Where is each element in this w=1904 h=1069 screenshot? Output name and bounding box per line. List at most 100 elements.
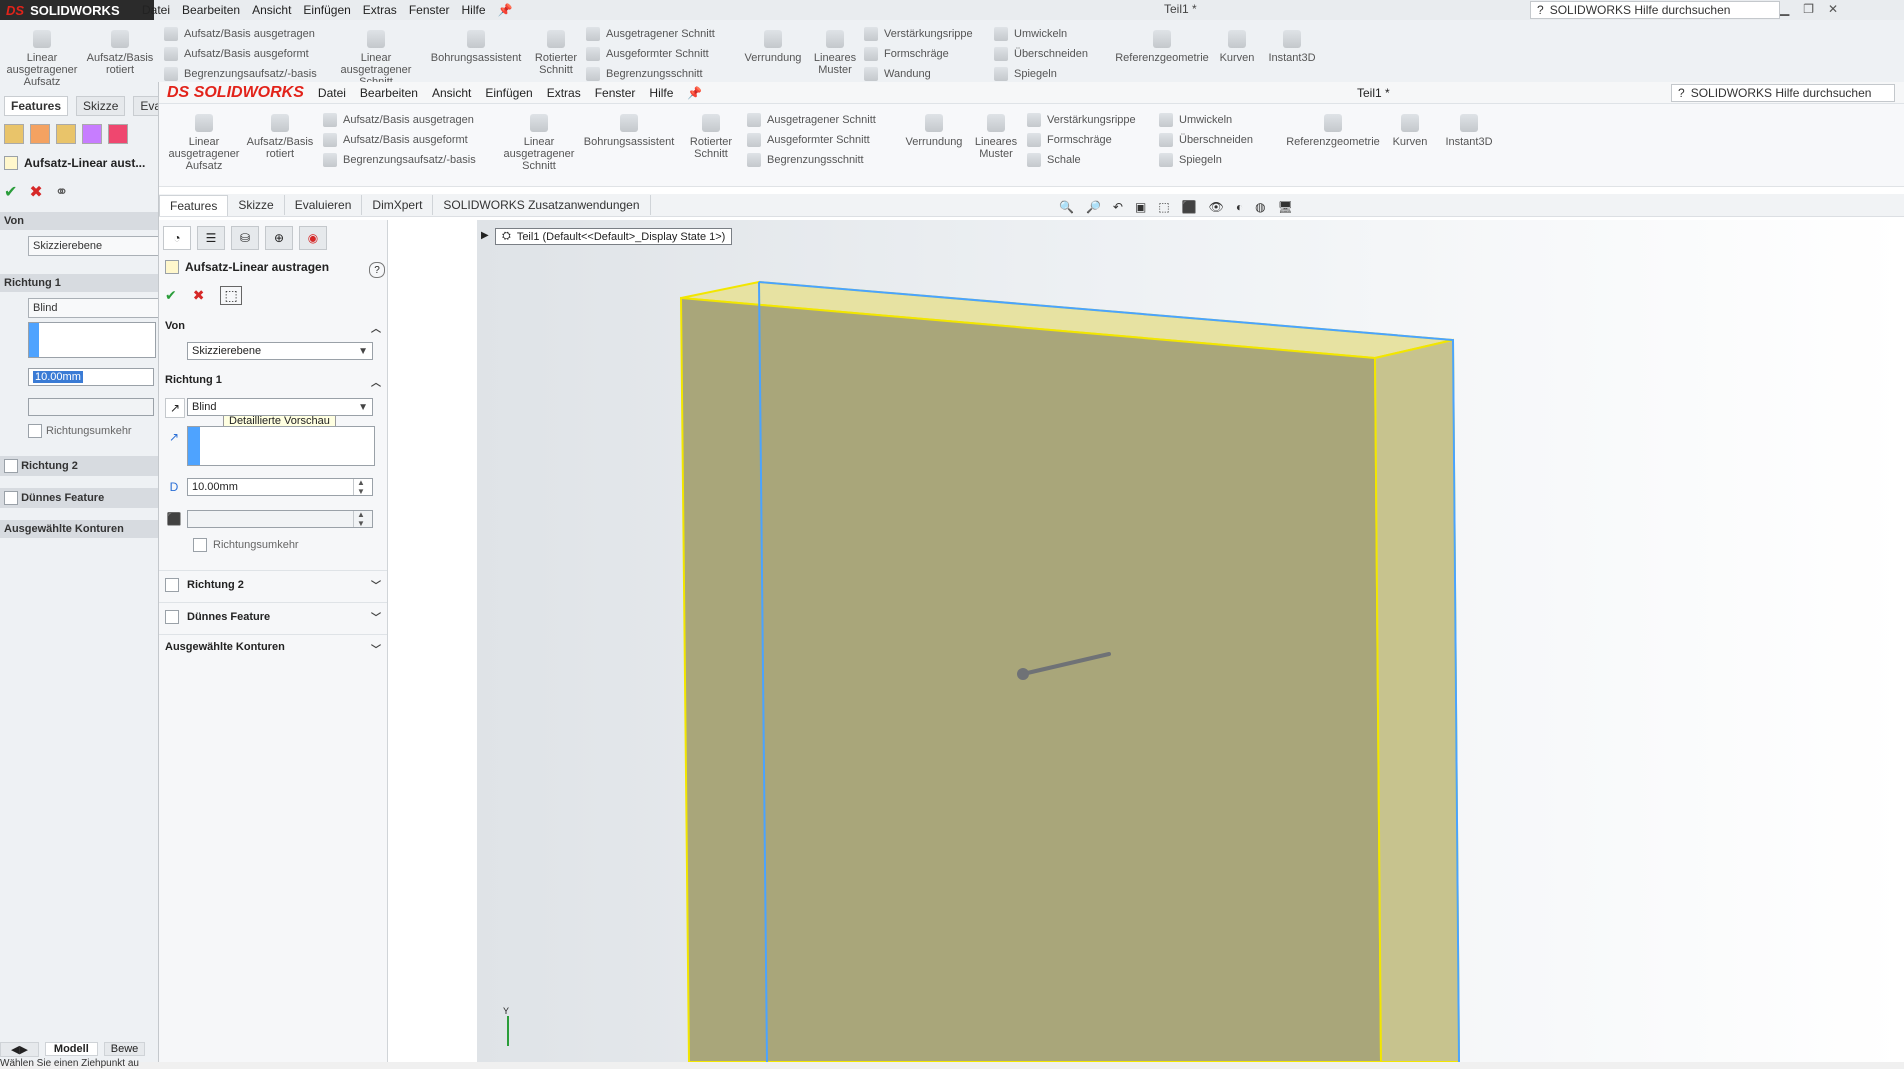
- bg-cmd-refgeo[interactable]: Referenzgeometrie: [1112, 30, 1212, 64]
- cmd-extrude-cut[interactable]: Linear ausgetragener Schnitt: [503, 114, 575, 172]
- bg-cmd-fillet[interactable]: Verrundung: [740, 30, 806, 64]
- bg-small-3-2[interactable]: Formschräge: [864, 44, 994, 64]
- small-2-2[interactable]: Ausgeformter Schnitt: [747, 130, 897, 150]
- cmd-curves[interactable]: Kurven: [1387, 114, 1433, 148]
- bg-small-1-2[interactable]: Aufsatz/Basis ausgeformt: [164, 44, 334, 64]
- detailed-preview-icon[interactable]: ⬚: [220, 286, 242, 305]
- configmanager-icon[interactable]: [56, 124, 76, 144]
- appearance-icon[interactable]: ◐: [1236, 200, 1243, 214]
- display-manager-icon[interactable]: [108, 124, 128, 144]
- bg-pm-richtung2[interactable]: Richtung 2: [0, 456, 158, 476]
- depth-spinner[interactable]: ▲ ▼: [353, 478, 368, 496]
- pin-icon[interactable]: 📌: [498, 3, 513, 17]
- cmd-reference-geometry[interactable]: Referenzgeometrie: [1283, 114, 1383, 148]
- small-3-3[interactable]: Schale: [1027, 150, 1157, 170]
- section-view-icon[interactable]: ▣: [1135, 200, 1146, 214]
- bg-cmd-linear[interactable]: Linear ausgetragener Aufsatz: [6, 30, 78, 88]
- pm-end-condition-select[interactable]: Blind ▼: [187, 398, 373, 416]
- small-1-1[interactable]: Aufsatz/Basis ausgetragen: [323, 110, 493, 130]
- small-4-2[interactable]: Überschneiden: [1159, 130, 1269, 150]
- bg-small-4-2[interactable]: Überschneiden: [994, 44, 1104, 64]
- menu-einfuegen[interactable]: Einfügen: [485, 86, 532, 100]
- cancel-icon[interactable]: ✖: [193, 287, 205, 304]
- pm-help-icon[interactable]: ?: [369, 262, 385, 278]
- pm-richtung1-header[interactable]: Richtung 1 ︿: [159, 374, 387, 389]
- ok-check-icon[interactable]: ✔: [4, 182, 17, 202]
- tab-skizze[interactable]: Skizze: [228, 195, 285, 215]
- menu-bearbeiten[interactable]: Bearbeiten: [360, 86, 418, 100]
- small-4-3[interactable]: Spiegeln: [1159, 150, 1269, 170]
- bg-cmd-pattern[interactable]: Lineares Muster: [808, 30, 862, 76]
- menu-fenster[interactable]: Fenster: [595, 86, 636, 100]
- previous-view-icon[interactable]: ↶: [1113, 200, 1123, 214]
- bg-menu-extras[interactable]: Extras: [363, 3, 397, 17]
- bg-menu-bearbeiten[interactable]: Bearbeiten: [182, 3, 240, 17]
- configurationmanager-tab-icon[interactable]: ⛁: [231, 226, 259, 250]
- cmd-linear-pattern[interactable]: Lineares Muster: [969, 114, 1023, 160]
- bg-tab-skizze[interactable]: Skizze: [76, 96, 126, 116]
- bg-small-3-3[interactable]: Wandung: [864, 64, 994, 84]
- cancel-x-icon[interactable]: ✖: [29, 182, 42, 202]
- cmd-hole-wizard[interactable]: Bohrungsassistent: [579, 114, 679, 148]
- zoom-area-icon[interactable]: 🔎: [1086, 200, 1101, 214]
- pm-draft-input[interactable]: ▲ ▼: [187, 510, 373, 528]
- zoom-to-fit-icon[interactable]: 🔍: [1059, 200, 1074, 214]
- hide-show-icon[interactable]: 👁: [1209, 200, 1224, 214]
- bg-pm-von[interactable]: Von: [0, 212, 158, 230]
- tab-zusatzanwendungen[interactable]: SOLIDWORKS Zusatzanwendungen: [433, 195, 651, 215]
- bg-menu-ansicht[interactable]: Ansicht: [252, 3, 291, 17]
- thin-checkbox[interactable]: [165, 609, 179, 624]
- bg-small-1-1[interactable]: Aufsatz/Basis ausgetragen: [164, 24, 334, 44]
- close-icon[interactable]: ✕: [1828, 2, 1838, 16]
- bg-pm-direction-box[interactable]: [28, 322, 156, 358]
- draft-spinner[interactable]: ▲ ▼: [353, 510, 368, 528]
- propertymanager-icon[interactable]: [30, 124, 50, 144]
- bg-small-3-1[interactable]: Verstärkungsrippe: [864, 24, 994, 44]
- small-2-1[interactable]: Ausgetragener Schnitt: [747, 110, 897, 130]
- cmd-linear-boss[interactable]: Linear ausgetragener Aufsatz: [169, 114, 239, 172]
- small-3-1[interactable]: Verstärkungsrippe: [1027, 110, 1157, 130]
- pm-von-select[interactable]: Skizzierebene ▼: [187, 342, 373, 360]
- view-settings-icon[interactable]: 🖥: [1278, 200, 1293, 214]
- bg-cmd-hole[interactable]: Bohrungsassistent: [426, 30, 526, 64]
- bg-small-4-1[interactable]: Umwickeln: [994, 24, 1104, 44]
- bg-pm-reverse[interactable]: Richtungsumkehr: [28, 424, 132, 438]
- bg-pm-richtung1[interactable]: Richtung 1: [0, 274, 158, 292]
- bg-cmd-instant3d[interactable]: Instant3D: [1264, 30, 1320, 64]
- display-style-icon[interactable]: ⬛: [1182, 200, 1197, 214]
- restore-icon[interactable]: ❐: [1803, 2, 1814, 16]
- bg-pm-richtung1-select[interactable]: Blind: [28, 298, 160, 318]
- bg-pm-depth[interactable]: 10.00mm: [28, 368, 154, 386]
- pm-von-header[interactable]: Von ︿: [159, 320, 387, 335]
- small-2-3[interactable]: Begrenzungsschnitt: [747, 150, 897, 170]
- bg-cmd-rotiert[interactable]: Aufsatz/Basis rotiert: [84, 30, 156, 76]
- dimxpertmanager-tab-icon[interactable]: ⊕: [265, 226, 293, 250]
- bg-small-1-3[interactable]: Begrenzungsaufsatz/-basis: [164, 64, 334, 84]
- menu-extras[interactable]: Extras: [547, 86, 581, 100]
- bg-pm-draft[interactable]: [28, 398, 154, 416]
- bg-cmd-revcut[interactable]: Rotierter Schnitt: [528, 30, 584, 76]
- bg-tab-features[interactable]: Features: [4, 96, 69, 116]
- tab-features[interactable]: Features: [159, 194, 229, 216]
- small-3-2[interactable]: Formschräge: [1027, 130, 1157, 150]
- pm-reverse-row[interactable]: Richtungsumkehr: [193, 538, 299, 552]
- displaymanager-tab-icon[interactable]: ◉: [299, 226, 327, 250]
- bg-pm-contours[interactable]: Ausgewählte Konturen: [0, 520, 158, 538]
- background-search[interactable]: ? SOLIDWORKS Hilfe durchsuchen: [1530, 1, 1780, 19]
- bg-cmd-curves[interactable]: Kurven: [1214, 30, 1260, 64]
- main-search[interactable]: ? SOLIDWORKS Hilfe durchsuchen: [1671, 84, 1895, 102]
- reverse-direction-icon[interactable]: ↗: [165, 398, 185, 418]
- pm-contours-header[interactable]: Ausgewählte Konturen ﹀: [159, 634, 387, 656]
- bg-reverse-checkbox[interactable]: [28, 424, 42, 438]
- richtung2-checkbox[interactable]: [165, 577, 179, 592]
- bg-scroll-buttons[interactable]: ◀▶: [0, 1041, 39, 1057]
- tab-evaluieren[interactable]: Evaluieren: [285, 195, 363, 215]
- main-pin-icon[interactable]: 📌: [687, 86, 702, 100]
- pm-depth-input[interactable]: 10.00mm ▲ ▼: [187, 478, 373, 496]
- featuremanager-icon[interactable]: [4, 124, 24, 144]
- bg-cmd-cut[interactable]: Linear ausgetragener Schnitt: [340, 30, 412, 88]
- bg-menu-fenster[interactable]: Fenster: [409, 3, 450, 17]
- ok-icon[interactable]: ✔: [165, 287, 177, 304]
- pm-direction-selection[interactable]: [187, 426, 375, 466]
- pm-richtung2-header[interactable]: Richtung 2 ﹀: [159, 570, 387, 592]
